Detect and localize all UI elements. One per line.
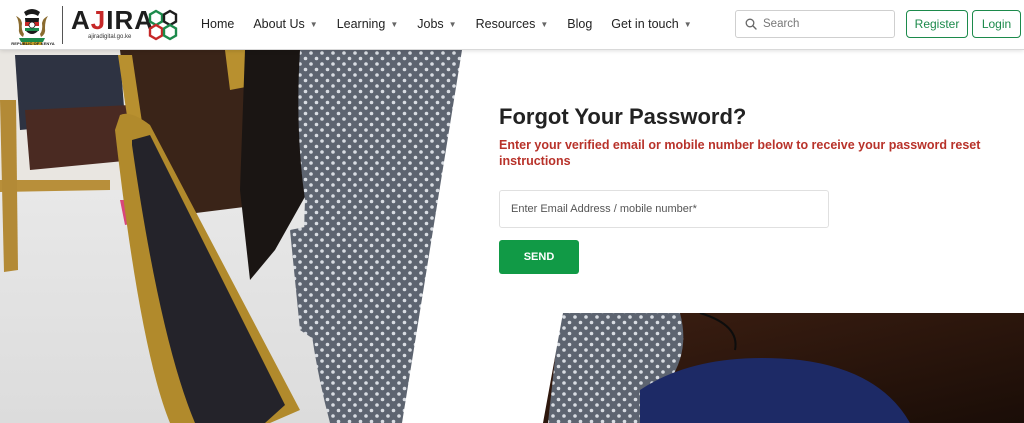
brand-tagline: ajiradigital.go.ke <box>88 34 132 40</box>
wordmark-a: A <box>71 5 91 35</box>
main-nav: Home About Us ▼ Learning ▼ Jobs ▼ Resour… <box>201 0 711 48</box>
search-box[interactable] <box>735 10 895 38</box>
nav-resources-label: Resources <box>475 17 536 31</box>
nav-blog-label: Blog <box>567 17 593 31</box>
form-instructions: Enter your verified email or mobile numb… <box>499 138 981 168</box>
chevron-down-icon: ▼ <box>309 19 318 29</box>
nav-blog[interactable]: Blog <box>567 17 592 31</box>
send-button[interactable]: SEND <box>499 240 579 274</box>
nav-learning[interactable]: Learning ▼ <box>337 17 399 31</box>
nav-jobs[interactable]: Jobs ▼ <box>417 17 456 31</box>
email-or-mobile-field[interactable] <box>499 190 829 228</box>
ajira-hexagons-icon <box>148 9 178 41</box>
nav-jobs-label: Jobs <box>417 17 444 31</box>
emblem-caption: REPUBLIC OF KENYA <box>11 41 55 46</box>
chevron-down-icon: ▼ <box>448 19 457 29</box>
nav-get-in-touch[interactable]: Get in touch ▼ <box>611 17 691 31</box>
login-button[interactable]: Login <box>972 10 1021 38</box>
register-button[interactable]: Register <box>906 10 968 38</box>
nav-home-label: Home <box>201 17 235 31</box>
nav-learning-label: Learning <box>336 17 386 31</box>
search-input[interactable] <box>763 18 883 30</box>
wordmark-j: J <box>90 5 107 35</box>
site-header: REPUBLIC OF KENYA AJIRA ajiradigital.go.… <box>0 0 1024 50</box>
nav-home[interactable]: Home <box>201 17 234 31</box>
form-title: Forgot Your Password? <box>499 104 747 129</box>
nav-about-us[interactable]: About Us ▼ <box>253 17 317 31</box>
chevron-down-icon: ▼ <box>683 19 692 29</box>
chevron-down-icon: ▼ <box>540 19 549 29</box>
chevron-down-icon: ▼ <box>390 19 399 29</box>
ajira-logo-wordmark[interactable]: AJIRA <box>71 7 154 33</box>
brand-divider <box>62 6 63 44</box>
nav-about-us-label: About Us <box>253 17 305 31</box>
search-icon <box>745 18 757 30</box>
nav-resources[interactable]: Resources ▼ <box>476 17 549 31</box>
nav-get-in-touch-label: Get in touch <box>611 17 679 31</box>
